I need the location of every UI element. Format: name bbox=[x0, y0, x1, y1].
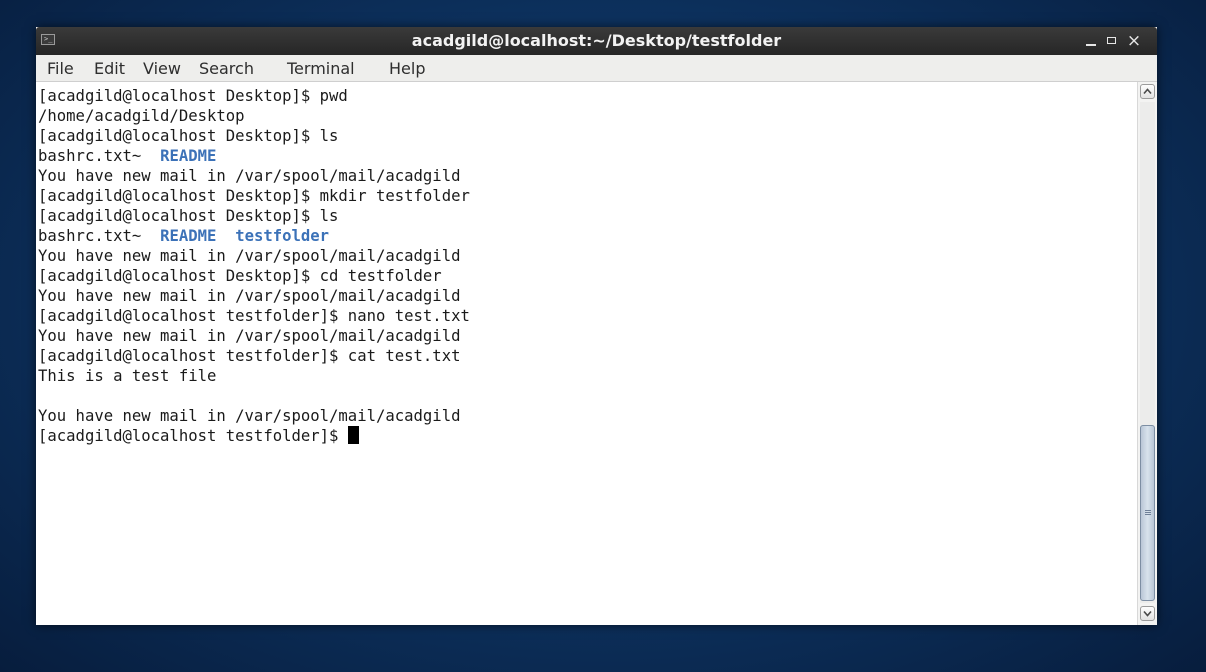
output-text: You have new mail in /var/spool/mail/aca… bbox=[38, 407, 461, 425]
scroll-down-button[interactable] bbox=[1140, 606, 1155, 621]
terminal-prompt-line: [acadgild@localhost Desktop]$ mkdir test… bbox=[38, 186, 470, 206]
output-text: You have new mail in /var/spool/mail/aca… bbox=[38, 167, 461, 185]
menu-bar: File Edit View Search Terminal Help bbox=[36, 55, 1157, 82]
terminal-output-line: You have new mail in /var/spool/mail/aca… bbox=[38, 406, 460, 426]
minimize-icon bbox=[1086, 44, 1096, 46]
directory-name: testfolder bbox=[235, 227, 330, 245]
directory-name: README bbox=[160, 227, 217, 245]
menu-view[interactable]: View bbox=[143, 55, 181, 82]
output-text: You have new mail in /var/spool/mail/aca… bbox=[38, 247, 461, 265]
terminal-prompt-line: [acadgild@localhost testfolder]$ bbox=[38, 426, 359, 446]
output-text: bashrc.txt~ bbox=[38, 227, 161, 245]
menu-file[interactable]: File bbox=[47, 55, 74, 82]
terminal-prompt-line: [acadgild@localhost Desktop]$ cd testfol… bbox=[38, 266, 442, 286]
terminal-window: >_ acadgild@localhost:~/Desktop/testfold… bbox=[36, 27, 1157, 625]
terminal-output-line: bashrc.txt~ README testfolder bbox=[38, 226, 329, 246]
terminal-prompt-line: [acadgild@localhost testfolder]$ nano te… bbox=[38, 306, 470, 326]
output-text: You have new mail in /var/spool/mail/aca… bbox=[38, 327, 461, 345]
text-cursor bbox=[347, 426, 359, 444]
prompt-text: [acadgild@localhost Desktop]$ cd testfol… bbox=[38, 267, 442, 285]
menu-edit[interactable]: Edit bbox=[94, 55, 125, 82]
terminal-output-line: /home/acadgild/Desktop bbox=[38, 106, 245, 126]
chevron-up-icon bbox=[1143, 88, 1152, 95]
chevron-down-icon bbox=[1143, 610, 1152, 617]
terminal-output[interactable]: [acadgild@localhost Desktop]$ pwd/home/a… bbox=[36, 82, 1137, 625]
menu-help[interactable]: Help bbox=[389, 55, 425, 82]
terminal-output-line: You have new mail in /var/spool/mail/aca… bbox=[38, 246, 460, 266]
prompt-text: [acadgild@localhost Desktop]$ ls bbox=[38, 207, 339, 225]
terminal-prompt-line: [acadgild@localhost Desktop]$ ls bbox=[38, 126, 338, 146]
maximize-button[interactable] bbox=[1103, 27, 1121, 55]
output-text: /home/acadgild/Desktop bbox=[38, 107, 245, 125]
menu-terminal[interactable]: Terminal bbox=[287, 55, 355, 82]
window-title: acadgild@localhost:~/Desktop/testfolder bbox=[411, 31, 782, 50]
terminal-prompt-line: [acadgild@localhost testfolder]$ cat tes… bbox=[38, 346, 460, 366]
vertical-scrollbar[interactable] bbox=[1137, 82, 1157, 625]
output-text: You have new mail in /var/spool/mail/aca… bbox=[38, 287, 461, 305]
terminal-prompt-line: [acadgild@localhost Desktop]$ ls bbox=[38, 206, 338, 226]
minimize-button[interactable] bbox=[1082, 27, 1100, 55]
output-text: This is a test file bbox=[38, 367, 217, 385]
prompt-text: [acadgild@localhost testfolder]$ bbox=[38, 427, 348, 445]
directory-name: README bbox=[160, 147, 217, 165]
scroll-thumb[interactable] bbox=[1140, 425, 1155, 601]
terminal-output-line: This is a test file bbox=[38, 366, 216, 386]
prompt-text: [acadgild@localhost testfolder]$ nano te… bbox=[38, 307, 470, 325]
terminal-output-line: You have new mail in /var/spool/mail/aca… bbox=[38, 326, 460, 346]
maximize-icon bbox=[1107, 37, 1116, 44]
title-bar[interactable]: >_ acadgild@localhost:~/Desktop/testfold… bbox=[36, 27, 1157, 55]
prompt-text: [acadgild@localhost Desktop]$ mkdir test… bbox=[38, 187, 470, 205]
terminal-output-line: You have new mail in /var/spool/mail/aca… bbox=[38, 166, 460, 186]
terminal-prompt-line: [acadgild@localhost Desktop]$ pwd bbox=[38, 86, 348, 106]
scroll-up-button[interactable] bbox=[1140, 84, 1155, 99]
grip-icon bbox=[1145, 510, 1151, 515]
close-button[interactable]: × bbox=[1125, 27, 1143, 55]
prompt-text: [acadgild@localhost Desktop]$ ls bbox=[38, 127, 339, 145]
prompt-text: [acadgild@localhost testfolder]$ cat tes… bbox=[38, 347, 461, 365]
terminal-output-line: You have new mail in /var/spool/mail/aca… bbox=[38, 286, 460, 306]
output-text: bashrc.txt~ bbox=[38, 147, 161, 165]
menu-search[interactable]: Search bbox=[199, 55, 254, 82]
terminal-output-line: bashrc.txt~ README bbox=[38, 146, 216, 166]
prompt-text: [acadgild@localhost Desktop]$ pwd bbox=[38, 87, 348, 105]
